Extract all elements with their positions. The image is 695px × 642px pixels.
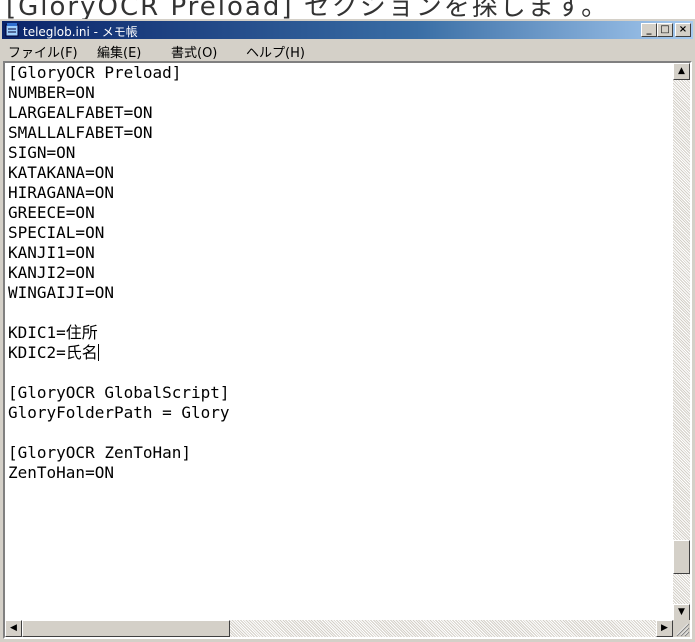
- editor-line: KATAKANA=ON: [8, 163, 114, 182]
- editor-line: [GloryOCR ZenToHan]: [8, 443, 192, 462]
- menu-format[interactable]: 書式(O): [171, 42, 217, 61]
- vertical-scrollbar[interactable]: ▲ ▼: [673, 63, 690, 621]
- maximize-button[interactable]: □: [657, 23, 673, 37]
- menu-file[interactable]: ファイル(F): [8, 42, 78, 61]
- text-caret: [97, 344, 99, 361]
- window-title: teleglob.ini - メモ帳: [23, 25, 138, 39]
- horizontal-scrollbar[interactable]: ◀ ▶: [5, 620, 673, 637]
- scroll-down-button[interactable]: ▼: [673, 604, 690, 621]
- editor-text[interactable]: [GloryOCR Preload] NUMBER=ON LARGEALFABE…: [8, 63, 668, 618]
- editor-line: KDIC1=住所: [8, 323, 98, 342]
- editor-line: GREECE=ON: [8, 203, 95, 222]
- close-button[interactable]: ×: [675, 23, 691, 37]
- editor-line: KANJI1=ON: [8, 243, 95, 262]
- editor-line: LARGEALFABET=ON: [8, 103, 153, 122]
- caption-text: [GloryOCR Preload] セクションを探します。: [6, 0, 610, 20]
- editor-line: WINGAIJI=ON: [8, 283, 114, 302]
- notepad-icon: [5, 23, 19, 37]
- scroll-up-button[interactable]: ▲: [673, 63, 690, 80]
- editor-line: [GloryOCR Preload]: [8, 63, 182, 82]
- editor-line: NUMBER=ON: [8, 83, 95, 102]
- editor-line: SPECIAL=ON: [8, 223, 105, 242]
- editor-line: SIGN=ON: [8, 143, 76, 162]
- editor-line-text: KDIC2=氏名: [8, 343, 98, 362]
- caption-fragment: [GloryOCR Preload] セクションを探します。: [0, 0, 695, 20]
- title-bar[interactable]: teleglob.ini - メモ帳 _ □ ×: [2, 21, 693, 39]
- editor-line: ZenToHan=ON: [8, 463, 114, 482]
- editor-line: [GloryOCR GlobalScript]: [8, 383, 230, 402]
- editor-line: HIRAGANA=ON: [8, 183, 114, 202]
- menu-bar: ファイル(F) 編集(E) 書式(O) ヘルプ(H): [2, 40, 693, 61]
- minimize-button[interactable]: _: [641, 23, 657, 37]
- editor-line: SMALLALFABET=ON: [8, 123, 153, 142]
- resize-grip-icon: [676, 623, 690, 637]
- editor-line: GloryFolderPath = Glory: [8, 403, 230, 422]
- resize-grip[interactable]: [673, 620, 690, 637]
- text-editor[interactable]: [GloryOCR Preload] NUMBER=ON LARGEALFABE…: [3, 61, 692, 639]
- menu-help[interactable]: ヘルプ(H): [246, 42, 305, 61]
- horizontal-scroll-thumb[interactable]: [22, 620, 230, 637]
- scroll-right-button[interactable]: ▶: [656, 620, 673, 637]
- scroll-left-button[interactable]: ◀: [5, 620, 22, 637]
- editor-line: KANJI2=ON: [8, 263, 95, 282]
- editor-line-with-caret: KDIC2=氏名: [8, 343, 668, 363]
- vertical-scroll-thumb[interactable]: [673, 540, 690, 574]
- menu-edit[interactable]: 編集(E): [97, 42, 141, 61]
- notepad-window: teleglob.ini - メモ帳 _ □ × ファイル(F) 編集(E) 書…: [0, 19, 695, 642]
